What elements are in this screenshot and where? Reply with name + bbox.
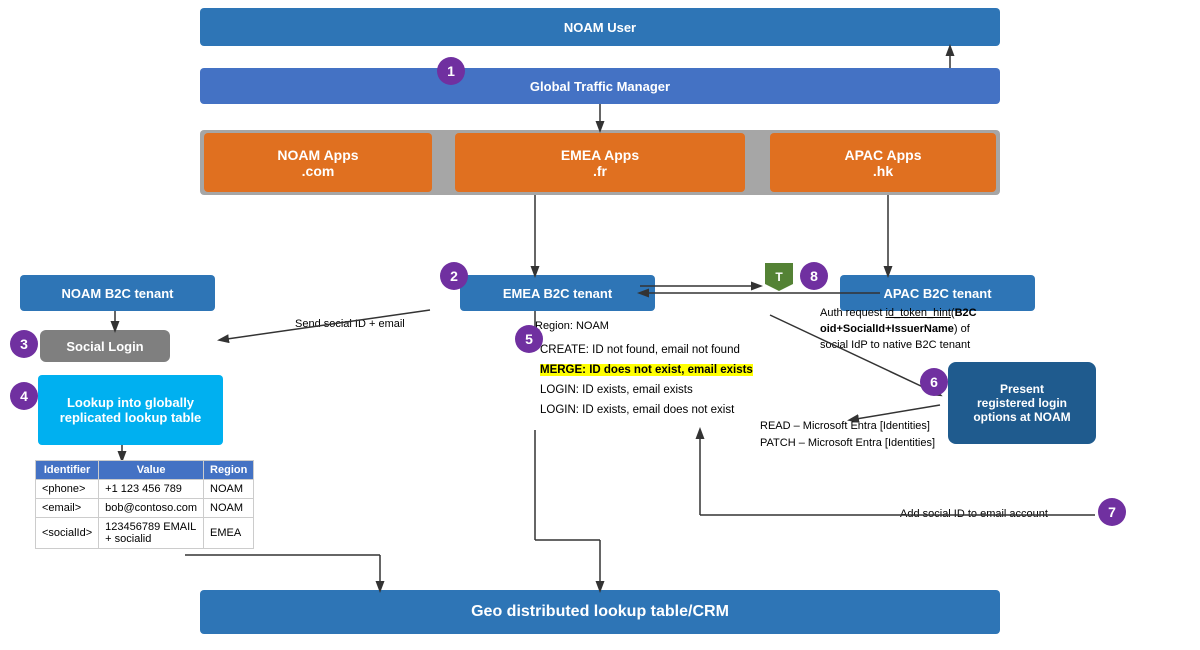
pentagon-t: T bbox=[765, 263, 793, 291]
read-patch-label: READ – Microsoft Entra [Identities]PATCH… bbox=[760, 418, 935, 452]
gtm-label: Global Traffic Manager bbox=[530, 79, 670, 94]
badge-2: 2 bbox=[440, 262, 468, 290]
region-noam-label: Region: NOAM bbox=[535, 320, 609, 332]
architecture-diagram: NOAM User 1 Global Traffic Manager NOAM … bbox=[0, 0, 1200, 650]
badge-7: 7 bbox=[1098, 498, 1126, 526]
add-social-label: Add social ID to email account bbox=[900, 508, 1048, 520]
badge-1: 1 bbox=[437, 57, 465, 85]
geo-table-label: Geo distributed lookup table/CRM bbox=[471, 603, 729, 621]
badge-3: 3 bbox=[10, 330, 38, 358]
col-region: Region bbox=[204, 461, 254, 480]
apac-apps-box: APAC Apps.hk bbox=[770, 133, 996, 192]
noam-user-label: NOAM User bbox=[564, 20, 636, 35]
present-login-label: Presentregistered loginoptions at NOAM bbox=[973, 382, 1070, 424]
lookup-box: Lookup into globallyreplicated lookup ta… bbox=[38, 375, 223, 445]
badge-5: 5 bbox=[515, 325, 543, 353]
badge-8: 8 bbox=[800, 262, 828, 290]
geo-table-box: Geo distributed lookup table/CRM bbox=[200, 590, 1000, 634]
present-login-box: Presentregistered loginoptions at NOAM bbox=[948, 362, 1096, 444]
step5-content: CREATE: ID not found, email not found ME… bbox=[540, 340, 753, 420]
step5-line3: LOGIN: ID exists, email exists bbox=[540, 380, 753, 400]
col-value: Value bbox=[99, 461, 204, 480]
col-identifier: Identifier bbox=[36, 461, 99, 480]
table-row: <socialId> 123456789 EMAIL+ socialid EME… bbox=[36, 518, 254, 549]
lookup-table: Identifier Value Region <phone> +1 123 4… bbox=[35, 460, 254, 549]
badge-4: 4 bbox=[10, 382, 38, 410]
step5-line4: LOGIN: ID exists, email does not exist bbox=[540, 400, 753, 420]
table-row: <email> bob@contoso.com NOAM bbox=[36, 499, 254, 518]
noam-apps-label: NOAM Apps.com bbox=[277, 147, 358, 179]
emea-apps-box: EMEA Apps.fr bbox=[455, 133, 745, 192]
social-login-box: Social Login bbox=[40, 330, 170, 362]
send-social-label: Send social ID + email bbox=[295, 318, 405, 330]
social-login-label: Social Login bbox=[66, 339, 143, 354]
table-row: <phone> +1 123 456 789 NOAM bbox=[36, 480, 254, 499]
step5-line2: MERGE: ID does not exist, email exists bbox=[540, 360, 753, 380]
emea-apps-label: EMEA Apps.fr bbox=[561, 147, 639, 179]
noam-user-box: NOAM User bbox=[200, 8, 1000, 46]
apac-apps-label: APAC Apps.hk bbox=[845, 147, 922, 179]
noam-b2c-label: NOAM B2C tenant bbox=[62, 286, 174, 301]
gtm-box: Global Traffic Manager bbox=[200, 68, 1000, 104]
badge-6: 6 bbox=[920, 368, 948, 396]
step5-line1: CREATE: ID not found, email not found bbox=[540, 340, 753, 360]
step5-line2-text: MERGE: ID does not exist, email exists bbox=[540, 364, 753, 376]
emea-b2c-label: EMEA B2C tenant bbox=[503, 286, 612, 301]
apac-b2c-label: APAC B2C tenant bbox=[883, 286, 991, 301]
emea-b2c-box: EMEA B2C tenant bbox=[460, 275, 655, 311]
auth-request-label: Auth request id_token_hint(B2C oid+Socia… bbox=[820, 305, 980, 353]
noam-apps-box: NOAM Apps.com bbox=[204, 133, 432, 192]
lookup-label: Lookup into globallyreplicated lookup ta… bbox=[60, 395, 202, 425]
noam-b2c-box: NOAM B2C tenant bbox=[20, 275, 215, 311]
